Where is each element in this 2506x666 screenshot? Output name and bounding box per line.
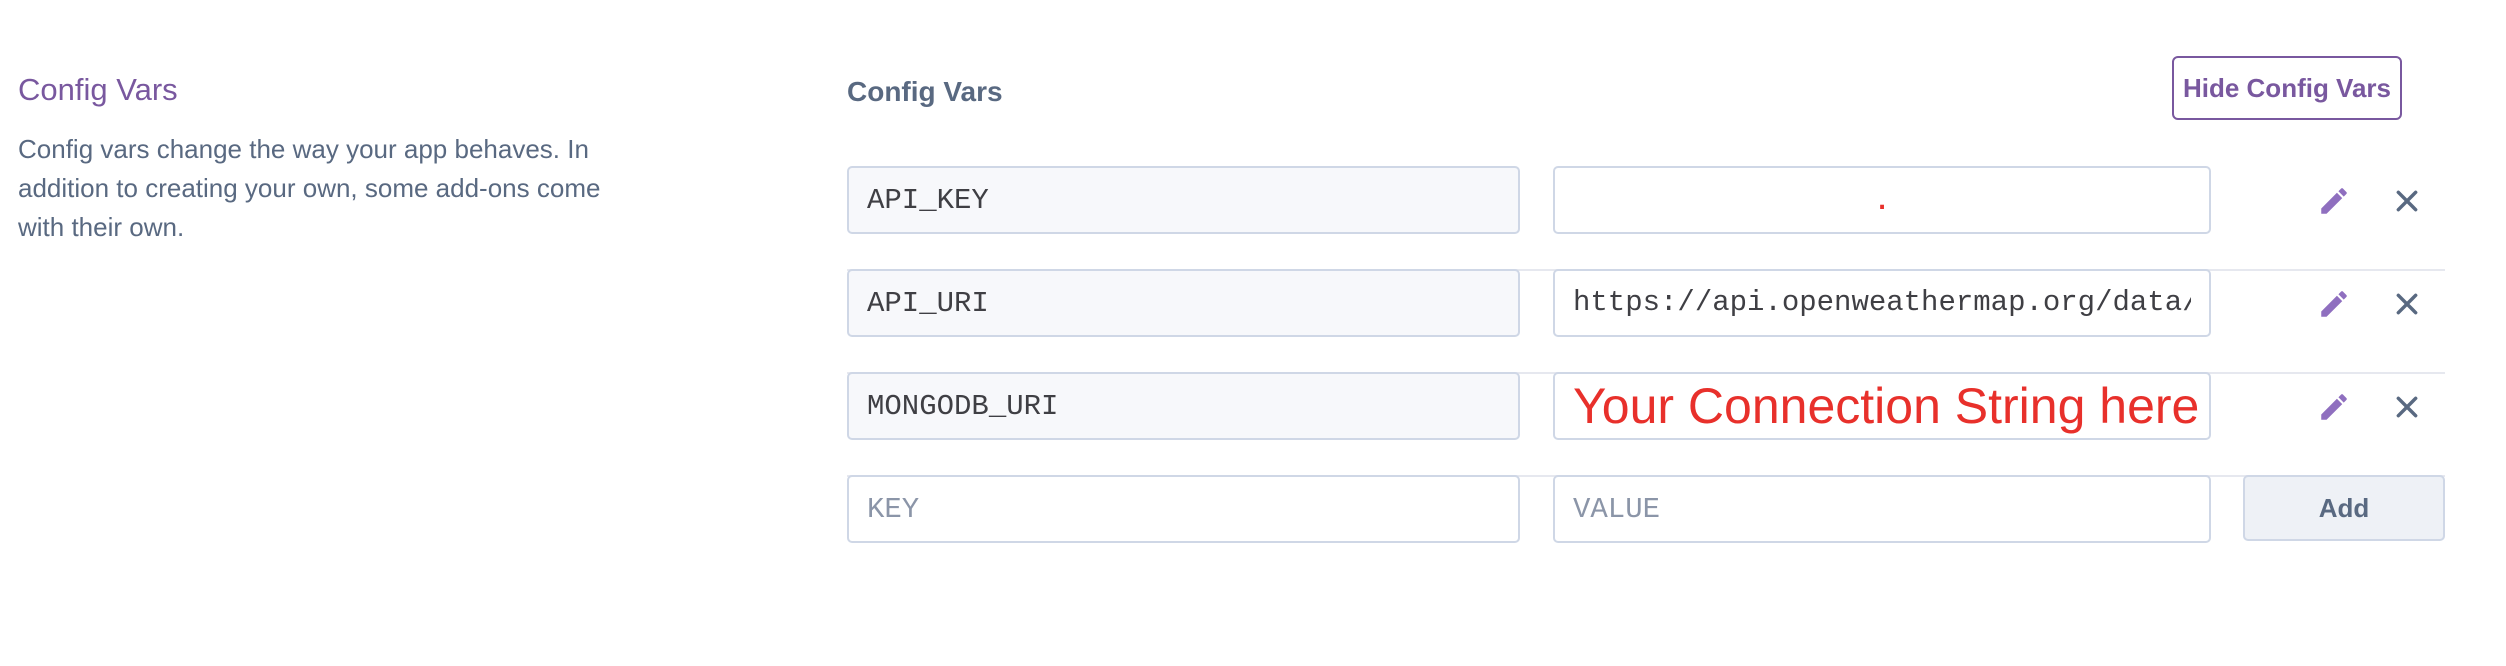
close-icon[interactable] — [2388, 388, 2426, 426]
new-value-input[interactable] — [1553, 475, 2211, 543]
config-var-value-field[interactable]: https://api.openweathermap.org/data/2.5 — [1553, 269, 2211, 337]
pencil-icon[interactable] — [2315, 182, 2353, 220]
config-var-value-text: Your Connection String here — [1573, 378, 2200, 434]
new-config-var-row: Add — [847, 475, 2445, 578]
hide-config-vars-button[interactable]: Hide Config Vars — [2172, 56, 2402, 120]
close-icon[interactable] — [2388, 285, 2426, 323]
config-var-value-text: . — [1876, 174, 1888, 218]
pencil-icon[interactable] — [2315, 388, 2353, 426]
config-vars-heading: Config Vars — [847, 76, 1003, 107]
config-var-key-field[interactable] — [847, 166, 1520, 234]
close-icon[interactable] — [2388, 182, 2426, 220]
add-config-var-button[interactable]: Add — [2243, 475, 2445, 541]
section-description: Config vars change the way your app beha… — [18, 134, 601, 242]
config-var-row: . — [847, 166, 2445, 271]
new-key-input[interactable] — [847, 475, 1520, 543]
config-var-row: https://api.openweathermap.org/data/2.5 — [847, 269, 2445, 374]
config-var-value-field[interactable]: Your Connection String here — [1553, 372, 2211, 440]
config-var-value-field[interactable]: . — [1553, 166, 2211, 234]
section-title: Config Vars — [18, 72, 178, 107]
config-var-key-field[interactable] — [847, 372, 1520, 440]
config-var-key-field[interactable] — [847, 269, 1520, 337]
pencil-icon[interactable] — [2315, 285, 2353, 323]
config-var-value-text: https://api.openweathermap.org/data/2.5 — [1573, 286, 2191, 319]
config-var-row: Your Connection String here — [847, 372, 2445, 477]
